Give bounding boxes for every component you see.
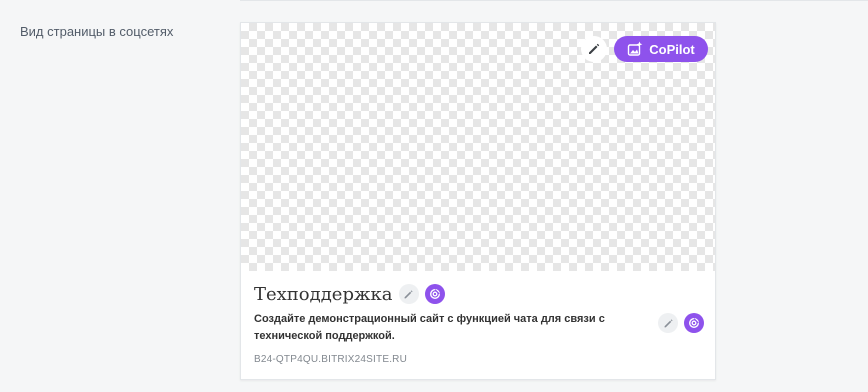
edit-title-button[interactable] xyxy=(398,284,419,304)
copilot-title-button[interactable] xyxy=(424,284,445,304)
image-sparkle-icon xyxy=(628,41,643,56)
pencil-icon xyxy=(589,43,600,54)
edit-image-button[interactable] xyxy=(581,36,607,62)
site-title: Техподдержка xyxy=(254,283,393,305)
preview-image-placeholder[interactable]: CoPilot xyxy=(241,23,715,271)
copilot-swirl-icon xyxy=(688,317,700,329)
section-label: Вид страницы в соцсетях xyxy=(20,24,174,39)
site-description: Создайте демонстрационный сайт с функцие… xyxy=(254,313,605,342)
site-url: B24-QTP4QU.BITRIX24SITE.RU xyxy=(254,354,408,365)
copilot-description-button[interactable] xyxy=(684,313,704,333)
top-divider xyxy=(240,0,868,1)
title-row: Техподдержка xyxy=(254,283,445,305)
copilot-button[interactable]: CoPilot xyxy=(614,36,708,62)
social-preview-card: CoPilot Техподдержка Создайте демонстрац… xyxy=(240,22,716,380)
copilot-swirl-icon xyxy=(429,288,440,300)
pencil-icon xyxy=(404,289,413,298)
description-actions xyxy=(658,313,704,333)
edit-description-button[interactable] xyxy=(658,313,678,333)
pencil-icon xyxy=(664,318,673,327)
copilot-label: CoPilot xyxy=(649,41,695,57)
